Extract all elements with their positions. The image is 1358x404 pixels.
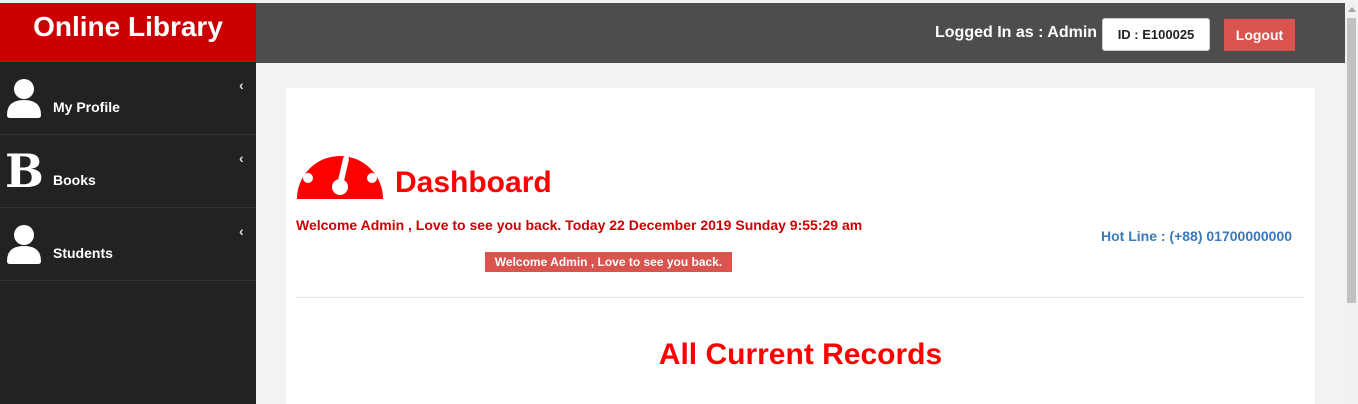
scrollbar-thumb[interactable] — [1347, 18, 1356, 303]
records-heading: All Current Records — [658, 338, 943, 371]
chevron-left-icon: ‹ — [239, 77, 244, 93]
sidebar-item-students[interactable]: Students ‹ — [0, 208, 256, 281]
chevron-left-icon: ‹ — [239, 150, 244, 166]
top-header: Logged In as : Admin ID : E100025 Logout — [256, 3, 1345, 63]
dashboard-title: Dashboard — [395, 166, 552, 199]
divider — [296, 297, 1305, 298]
sidebar-item-label: Books — [53, 172, 96, 188]
dashboard-panel: Dashboard Welcome Admin , Love to see yo… — [286, 88, 1315, 404]
chevron-left-icon: ‹ — [239, 223, 244, 239]
page-scrollbar[interactable] — [1345, 3, 1358, 404]
logout-button[interactable]: Logout — [1224, 19, 1295, 51]
scroll-up-arrow-icon[interactable] — [1348, 7, 1356, 12]
app-title: Online Library — [0, 3, 256, 62]
sidebar-item-my-profile[interactable]: My Profile ‹ — [0, 62, 256, 135]
sidebar-item-label: Students — [53, 245, 113, 261]
welcome-message: Welcome Admin , Love to see you back. To… — [296, 217, 863, 233]
user-id-badge: ID : E100025 — [1102, 18, 1210, 51]
sidebar: My Profile ‹ B Books ‹ Students ‹ — [0, 62, 256, 404]
b-letter-icon: B — [5, 144, 44, 198]
dashboard-gauge-icon — [297, 141, 383, 199]
sidebar-item-label: My Profile — [53, 99, 120, 115]
user-icon — [7, 79, 41, 118]
sidebar-item-books[interactable]: B Books ‹ — [0, 135, 256, 208]
hotline-text: Hot Line : (+88) 01700000000 — [1101, 228, 1293, 244]
user-icon — [7, 225, 41, 264]
logged-in-text: Logged In as : Admin — [935, 24, 1098, 41]
welcome-badge: Welcome Admin , Love to see you back. — [485, 252, 732, 272]
